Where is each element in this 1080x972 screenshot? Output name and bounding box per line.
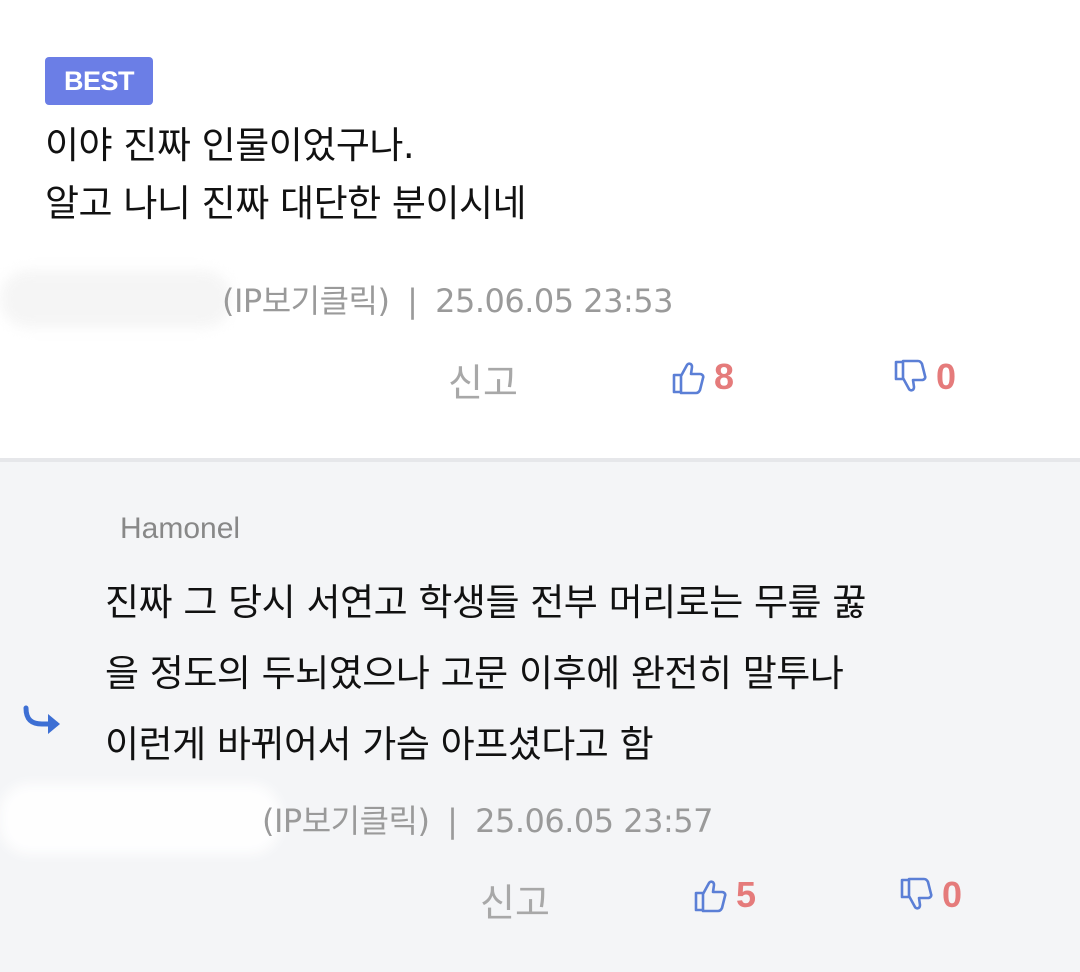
meta-separator: | — [407, 282, 418, 320]
comment-meta: (IP보기클릭) | 25.06.05 23:53 — [222, 276, 673, 322]
comment-timestamp: 25.06.05 23:57 — [475, 802, 713, 840]
like-button[interactable]: 5 — [690, 874, 756, 916]
like-count: 5 — [736, 874, 757, 915]
thumbs-down-icon — [900, 877, 933, 910]
like-button[interactable]: 8 — [668, 356, 734, 398]
comment-author[interactable]: Hamonel — [120, 512, 240, 546]
best-badge: BEST — [45, 57, 153, 105]
dislike-count: 0 — [942, 874, 963, 915]
comment-body-line: 이야 진짜 인물이었구나. — [45, 124, 415, 167]
reply-arrow-icon — [23, 705, 60, 734]
comment-meta: (IP보기클릭) | 25.06.05 23:57 — [262, 796, 713, 842]
thumbs-down-icon — [894, 359, 927, 392]
thumbs-up-icon — [672, 362, 705, 395]
ip-view-link[interactable]: (IP보기클릭) — [222, 282, 390, 320]
comment-body: 이야 진짜 인물이었구나. 알고 나니 진짜 대단한 분이시네 — [45, 117, 527, 233]
dislike-count: 0 — [936, 356, 957, 397]
dislike-button[interactable]: 0 — [890, 356, 956, 398]
ip-view-link[interactable]: (IP보기클릭) — [262, 802, 430, 840]
redacted-author — [0, 270, 232, 328]
thumbs-up-icon — [694, 880, 727, 913]
comment-body-line: 알고 나니 진짜 대단한 분이시네 — [45, 182, 527, 225]
comment-body-line: 을 정도의 두뇌였으나 고문 이후에 완전히 말투나 — [105, 652, 844, 695]
comment-body-line: 진짜 그 당시 서연고 학생들 전부 머리로는 무릎 꿇 — [105, 581, 866, 624]
report-button[interactable]: 신고 — [448, 352, 518, 407]
report-button[interactable]: 신고 — [480, 872, 550, 927]
comment-body-line: 이런게 바뀌어서 가슴 아프셨다고 함 — [105, 723, 654, 766]
like-count: 8 — [714, 356, 735, 397]
dislike-button[interactable]: 0 — [896, 874, 962, 916]
comment-timestamp: 25.06.05 23:53 — [435, 282, 673, 320]
best-comment: BEST 이야 진짜 인물이었구나. 알고 나니 진짜 대단한 분이시네 (IP… — [0, 0, 1080, 458]
redacted-author — [0, 784, 280, 854]
meta-separator: | — [447, 802, 458, 840]
comment-body: 진짜 그 당시 서연고 학생들 전부 머리로는 무릎 꿇 을 정도의 두뇌였으나… — [105, 567, 866, 780]
